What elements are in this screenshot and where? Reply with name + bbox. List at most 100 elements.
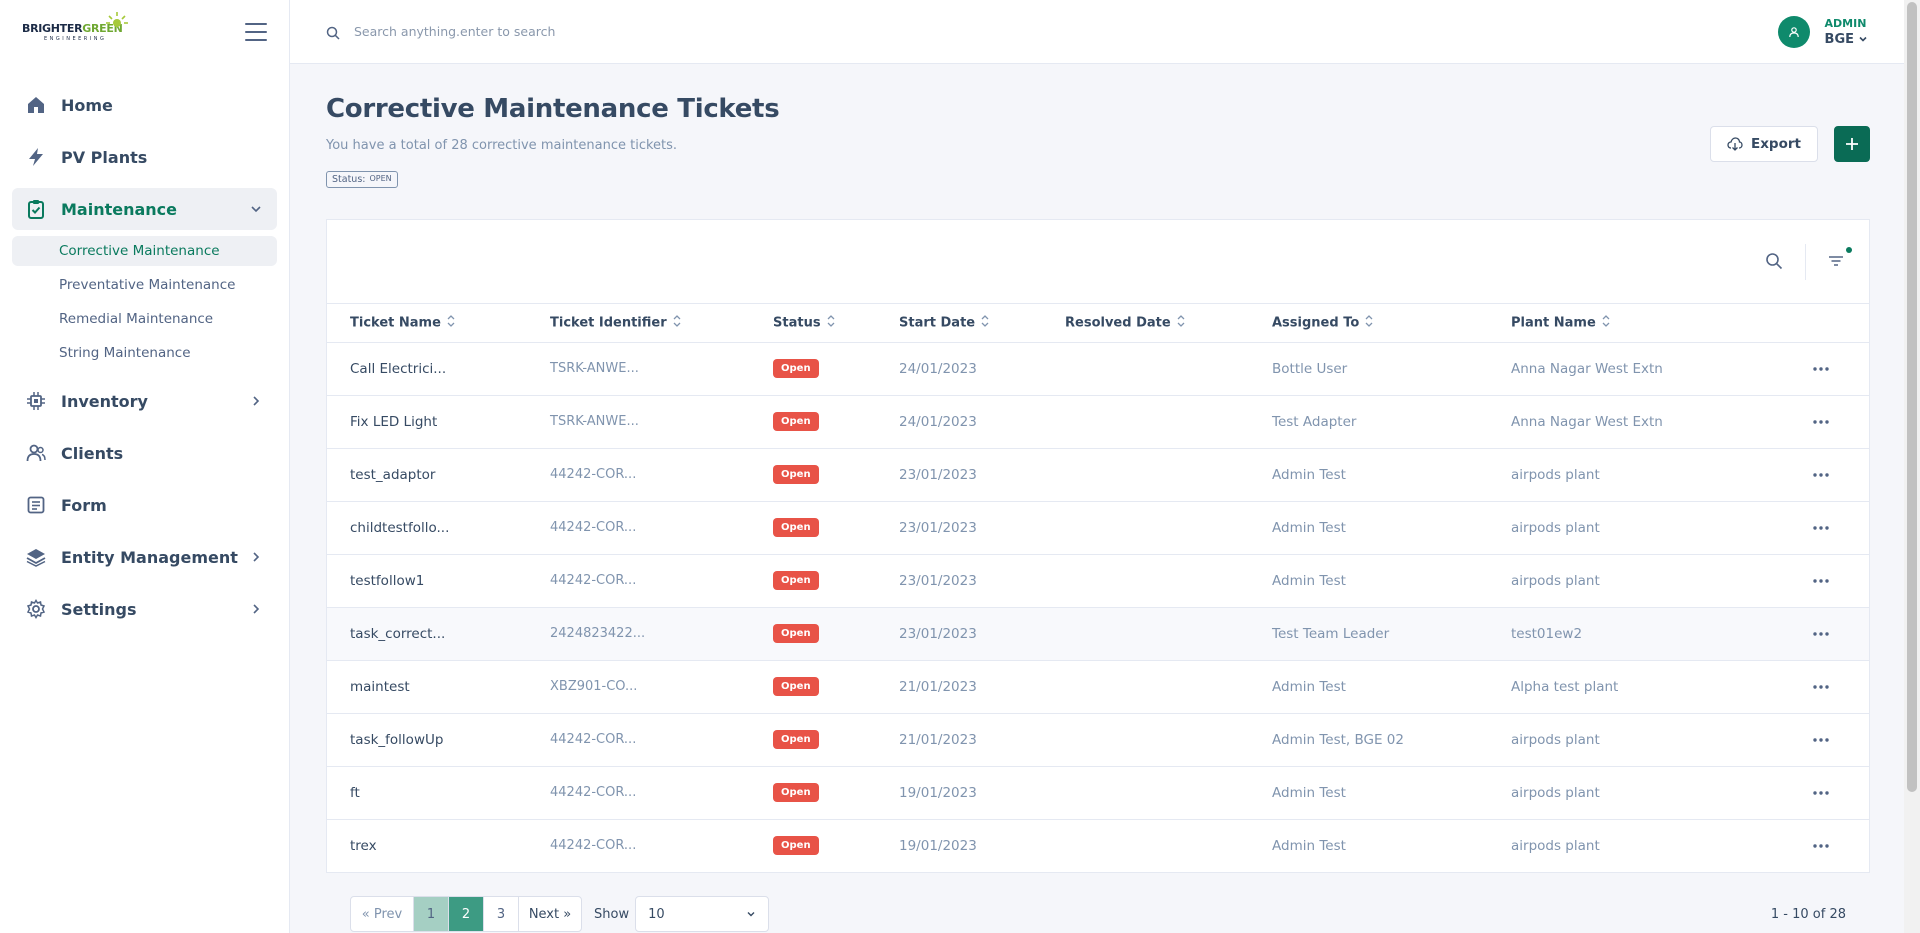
table-row[interactable]: trex 44242-COR... Open 19/01/2023 Admin Test… bbox=[327, 819, 1869, 873]
more-options-icon[interactable] bbox=[1811, 571, 1831, 591]
status-cell: Open bbox=[750, 607, 876, 661]
sidebar-item-entity-management[interactable]: Entity Management bbox=[12, 536, 277, 578]
filter-icon[interactable] bbox=[1827, 252, 1845, 270]
sort-icon bbox=[981, 314, 989, 332]
sidebar-item-pv-plants[interactable]: PV Plants bbox=[12, 136, 277, 178]
assigned-to: Admin Test, BGE 02 bbox=[1249, 713, 1488, 767]
sort-icon bbox=[1177, 314, 1185, 332]
more-options-icon[interactable] bbox=[1811, 836, 1831, 856]
ticket-identifier: 2424823422... bbox=[527, 607, 750, 661]
col-status[interactable]: Status bbox=[750, 304, 876, 343]
more-options-icon[interactable] bbox=[1811, 412, 1831, 432]
submenu-preventative-maintenance[interactable]: Preventative Maintenance bbox=[12, 270, 277, 300]
resolved-date bbox=[1042, 766, 1249, 820]
sidebar-item-form[interactable]: Form bbox=[12, 484, 277, 526]
cloud-download-icon bbox=[1727, 137, 1743, 151]
add-ticket-button[interactable] bbox=[1834, 126, 1870, 162]
status-badge: Open bbox=[773, 624, 819, 643]
ticket-identifier: TSRK-ANWE... bbox=[527, 342, 750, 396]
sidebar-item-home[interactable]: Home bbox=[12, 84, 277, 126]
table-search-icon[interactable] bbox=[1765, 252, 1783, 270]
table-row[interactable]: ft 44242-COR... Open 19/01/2023 Admin Test ai… bbox=[327, 766, 1869, 820]
table-row[interactable]: Call Electrici... TSRK-ANWE... Open 24/01/2… bbox=[327, 342, 1869, 396]
ticket-identifier: 44242-COR... bbox=[527, 501, 750, 555]
table-row[interactable]: task_followUp 44242-COR... Open 21/01/2023 A… bbox=[327, 713, 1869, 767]
col-resolved-date[interactable]: Resolved Date bbox=[1042, 304, 1249, 343]
home-icon bbox=[25, 94, 47, 116]
actions-cell bbox=[1788, 819, 1869, 873]
ticket-name[interactable]: Fix LED Light bbox=[327, 395, 527, 449]
ticket-name[interactable]: maintest bbox=[327, 660, 527, 714]
submenu-remedial-maintenance[interactable]: Remedial Maintenance bbox=[12, 304, 277, 334]
table-row[interactable]: childtestfollo... 44242-COR... Open 23/01/2… bbox=[327, 501, 1869, 555]
page-1-button[interactable]: 1 bbox=[413, 896, 449, 932]
status-badge: Open bbox=[773, 518, 819, 537]
status-cell: Open bbox=[750, 395, 876, 449]
col-start-date[interactable]: Start Date bbox=[876, 304, 1042, 343]
user-name-text: BGE bbox=[1824, 31, 1854, 47]
col-ticket-identifier[interactable]: Ticket Identifier bbox=[527, 304, 750, 343]
table-row[interactable]: maintest XBZ901-CO... Open 21/01/2023 Admin … bbox=[327, 660, 1869, 714]
chevron-down-icon bbox=[747, 912, 755, 917]
prev-page-button[interactable]: « Prev bbox=[350, 896, 414, 932]
table-row[interactable]: task_correct... 2424823422... Open 23/01/20… bbox=[327, 607, 1869, 661]
col-ticket-name[interactable]: Ticket Name bbox=[327, 304, 527, 343]
status-filter-chip[interactable]: Status: OPEN bbox=[326, 171, 398, 188]
ticket-name[interactable]: task_followUp bbox=[327, 713, 527, 767]
col-plant-name[interactable]: Plant Name bbox=[1488, 304, 1788, 343]
sidebar-item-maintenance[interactable]: Maintenance bbox=[12, 188, 277, 230]
ticket-name[interactable]: ft bbox=[327, 766, 527, 820]
ticket-name[interactable]: childtestfollo... bbox=[327, 501, 527, 555]
more-options-icon[interactable] bbox=[1811, 783, 1831, 803]
sidebar-item-clients[interactable]: Clients bbox=[12, 432, 277, 474]
page-size-select[interactable]: 10 bbox=[635, 896, 770, 932]
sidebar-item-label: Entity Management bbox=[61, 547, 238, 567]
next-page-button[interactable]: Next » bbox=[518, 896, 582, 932]
page-2-button[interactable]: 2 bbox=[448, 896, 484, 932]
export-button[interactable]: Export bbox=[1710, 126, 1818, 162]
chevron-down-icon bbox=[249, 202, 263, 216]
status-badge: Open bbox=[773, 412, 819, 431]
assigned-to: Admin Test bbox=[1249, 660, 1488, 714]
filter-active-dot bbox=[1846, 247, 1852, 253]
table-row[interactable]: Fix LED Light TSRK-ANWE... Open 24/01/2023 T… bbox=[327, 395, 1869, 449]
sidebar-item-inventory[interactable]: Inventory bbox=[12, 380, 277, 422]
table-row[interactable]: testfollow1 44242-COR... Open 23/01/2023 Adm… bbox=[327, 554, 1869, 608]
page-3-button[interactable]: 3 bbox=[483, 896, 519, 932]
actions-cell bbox=[1788, 607, 1869, 661]
sidebar-item-settings[interactable]: Settings bbox=[12, 588, 277, 630]
more-options-icon[interactable] bbox=[1811, 465, 1831, 485]
sort-icon bbox=[1365, 314, 1373, 332]
ticket-name[interactable]: task_correct... bbox=[327, 607, 527, 661]
search-input[interactable] bbox=[354, 24, 754, 39]
col-assigned-to[interactable]: Assigned To bbox=[1249, 304, 1488, 343]
sun-icon bbox=[106, 11, 128, 27]
ticket-name[interactable]: trex bbox=[327, 819, 527, 873]
page-scrollbar[interactable] bbox=[1904, 0, 1920, 933]
chevron-right-icon bbox=[249, 602, 263, 616]
column-label: Start Date bbox=[899, 315, 976, 331]
table-row[interactable]: test_adaptor 44242-COR... Open 23/01/2023 Ad… bbox=[327, 448, 1869, 502]
maintenance-submenu: Corrective Maintenance Preventative Main… bbox=[12, 236, 277, 368]
actions-cell bbox=[1788, 448, 1869, 502]
more-options-icon[interactable] bbox=[1811, 359, 1831, 379]
layers-icon bbox=[25, 546, 47, 568]
user-menu[interactable]: ADMIN BGE bbox=[1777, 15, 1868, 48]
menu-toggle-icon[interactable] bbox=[245, 23, 267, 41]
scrollbar-thumb[interactable] bbox=[1907, 2, 1917, 792]
more-options-icon[interactable] bbox=[1811, 677, 1831, 697]
status-badge: Open bbox=[773, 836, 819, 855]
more-options-icon[interactable] bbox=[1811, 518, 1831, 538]
ticket-name[interactable]: test_adaptor bbox=[327, 448, 527, 502]
submenu-string-maintenance[interactable]: String Maintenance bbox=[12, 338, 277, 368]
ticket-name[interactable]: Call Electrici... bbox=[327, 342, 527, 396]
users-icon bbox=[25, 442, 47, 464]
sort-icon bbox=[827, 314, 835, 332]
user-role: ADMIN bbox=[1824, 16, 1867, 30]
brand-logo[interactable]: BRIGHTERGREEN ENGINEERING bbox=[22, 11, 128, 42]
submenu-corrective-maintenance[interactable]: Corrective Maintenance bbox=[12, 236, 277, 266]
more-options-icon[interactable] bbox=[1811, 624, 1831, 644]
ticket-name[interactable]: testfollow1 bbox=[327, 554, 527, 608]
more-options-icon[interactable] bbox=[1811, 730, 1831, 750]
status-cell: Open bbox=[750, 501, 876, 555]
